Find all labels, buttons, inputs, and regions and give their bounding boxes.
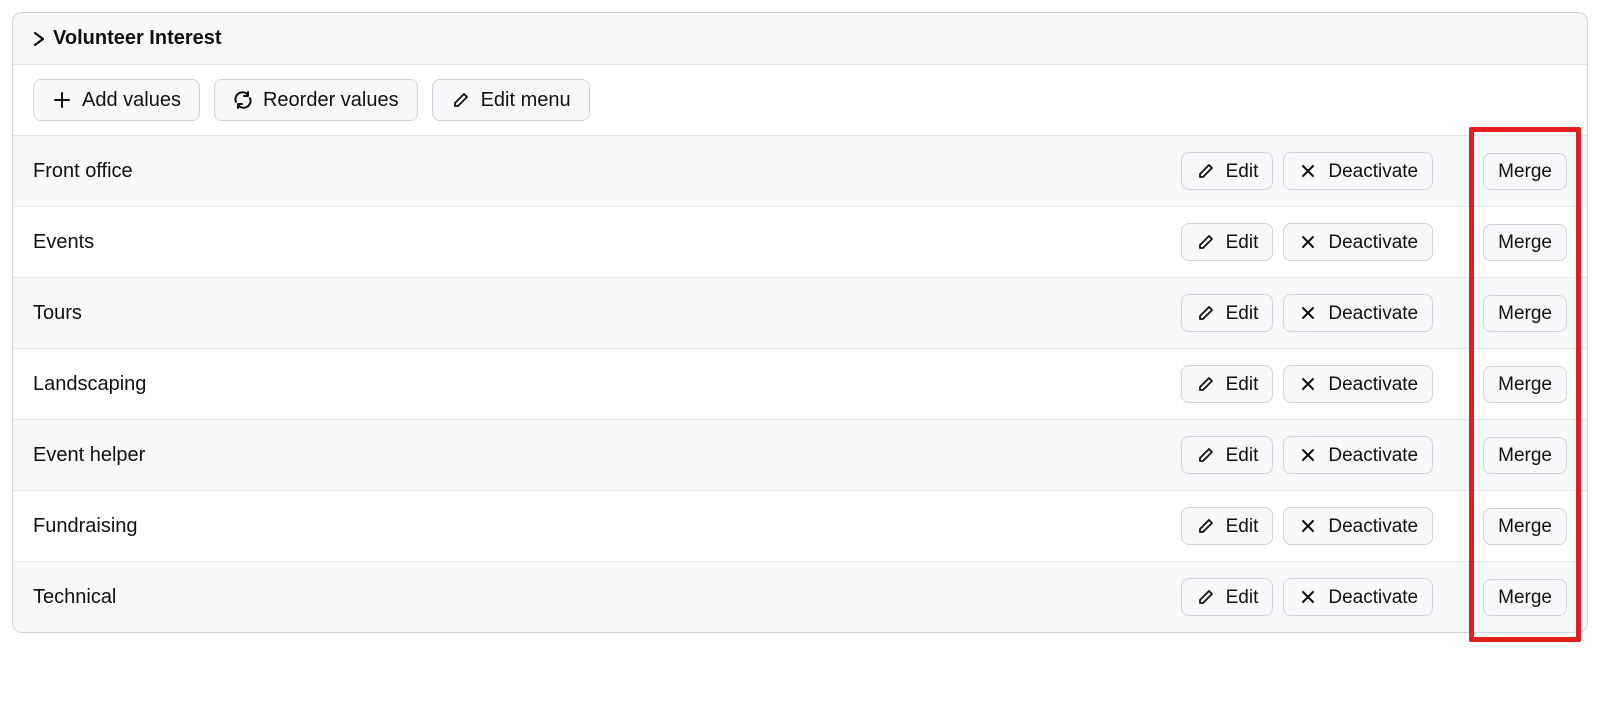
item-label: Technical	[33, 586, 116, 609]
merge-button-label: Merge	[1498, 517, 1552, 536]
values-list: Front office Edit Deactivate Merge Event…	[13, 135, 1587, 632]
edit-button-label: Edit	[1226, 517, 1259, 536]
panel-title: Volunteer Interest	[53, 27, 222, 50]
deactivate-button-label: Deactivate	[1328, 375, 1418, 394]
item-actions: Edit Deactivate Merge	[1181, 294, 1567, 332]
pencil-icon	[1196, 303, 1216, 323]
close-icon	[1298, 303, 1318, 323]
plus-icon	[52, 90, 72, 110]
item-actions: Edit Deactivate Merge	[1181, 436, 1567, 474]
merge-button[interactable]: Merge	[1483, 224, 1567, 261]
item-actions: Edit Deactivate Merge	[1181, 223, 1567, 261]
add-values-label: Add values	[82, 90, 181, 110]
merge-button-label: Merge	[1498, 446, 1552, 465]
item-label: Event helper	[33, 444, 145, 467]
merge-button-label: Merge	[1498, 588, 1552, 607]
item-actions: Edit Deactivate Merge	[1181, 507, 1567, 545]
edit-button-label: Edit	[1226, 588, 1259, 607]
pencil-icon	[1196, 374, 1216, 394]
edit-button[interactable]: Edit	[1181, 507, 1274, 545]
values-panel: Volunteer Interest Add values R	[12, 12, 1588, 633]
deactivate-button-label: Deactivate	[1328, 517, 1418, 536]
reorder-values-label: Reorder values	[263, 90, 399, 110]
edit-button-label: Edit	[1226, 375, 1259, 394]
merge-button[interactable]: Merge	[1483, 579, 1567, 616]
deactivate-button-label: Deactivate	[1328, 588, 1418, 607]
merge-button-label: Merge	[1498, 162, 1552, 181]
close-icon	[1298, 232, 1318, 252]
list-item: Fundraising Edit Deactivate Merge	[13, 490, 1587, 561]
item-label: Events	[33, 231, 94, 254]
pencil-icon	[1196, 587, 1216, 607]
deactivate-button[interactable]: Deactivate	[1283, 223, 1433, 261]
edit-button-label: Edit	[1226, 233, 1259, 252]
item-actions: Edit Deactivate Merge	[1181, 365, 1567, 403]
edit-button[interactable]: Edit	[1181, 294, 1274, 332]
deactivate-button[interactable]: Deactivate	[1283, 152, 1433, 190]
merge-button[interactable]: Merge	[1483, 366, 1567, 403]
add-values-button[interactable]: Add values	[33, 79, 200, 121]
deactivate-button-label: Deactivate	[1328, 233, 1418, 252]
edit-button-label: Edit	[1226, 304, 1259, 323]
pencil-icon	[1196, 232, 1216, 252]
close-icon	[1298, 587, 1318, 607]
deactivate-button[interactable]: Deactivate	[1283, 436, 1433, 474]
edit-button[interactable]: Edit	[1181, 578, 1274, 616]
deactivate-button-label: Deactivate	[1328, 162, 1418, 181]
deactivate-button-label: Deactivate	[1328, 446, 1418, 465]
merge-button[interactable]: Merge	[1483, 437, 1567, 474]
pencil-icon	[1196, 161, 1216, 181]
pencil-icon	[1196, 445, 1216, 465]
edit-button-label: Edit	[1226, 162, 1259, 181]
deactivate-button[interactable]: Deactivate	[1283, 365, 1433, 403]
merge-button-label: Merge	[1498, 304, 1552, 323]
edit-button-label: Edit	[1226, 446, 1259, 465]
merge-button-label: Merge	[1498, 375, 1552, 394]
reorder-values-button[interactable]: Reorder values	[214, 79, 418, 121]
item-label: Tours	[33, 302, 82, 325]
chevron-right-icon	[33, 32, 47, 46]
list-item: Tours Edit Deactivate Merge	[13, 277, 1587, 348]
edit-button[interactable]: Edit	[1181, 152, 1274, 190]
list-item: Landscaping Edit Deactivate Merge	[13, 348, 1587, 419]
close-icon	[1298, 374, 1318, 394]
edit-button[interactable]: Edit	[1181, 436, 1274, 474]
merge-button[interactable]: Merge	[1483, 508, 1567, 545]
edit-button[interactable]: Edit	[1181, 365, 1274, 403]
toolbar: Add values Reorder values Edit menu	[13, 65, 1587, 135]
deactivate-button[interactable]: Deactivate	[1283, 507, 1433, 545]
item-label: Front office	[33, 160, 133, 183]
pencil-icon	[451, 90, 471, 110]
item-label: Landscaping	[33, 373, 146, 396]
item-actions: Edit Deactivate Merge	[1181, 578, 1567, 616]
item-actions: Edit Deactivate Merge	[1181, 152, 1567, 190]
panel-header[interactable]: Volunteer Interest	[13, 13, 1587, 65]
list-item: Event helper Edit Deactivate Merge	[13, 419, 1587, 490]
merge-button[interactable]: Merge	[1483, 153, 1567, 190]
deactivate-button[interactable]: Deactivate	[1283, 578, 1433, 616]
merge-button[interactable]: Merge	[1483, 295, 1567, 332]
edit-menu-button[interactable]: Edit menu	[432, 79, 590, 121]
merge-button-label: Merge	[1498, 233, 1552, 252]
close-icon	[1298, 445, 1318, 465]
list-item: Events Edit Deactivate Merge	[13, 206, 1587, 277]
list-item: Technical Edit Deactivate Merge	[13, 561, 1587, 632]
reorder-icon	[233, 90, 253, 110]
pencil-icon	[1196, 516, 1216, 536]
deactivate-button[interactable]: Deactivate	[1283, 294, 1433, 332]
close-icon	[1298, 161, 1318, 181]
deactivate-button-label: Deactivate	[1328, 304, 1418, 323]
edit-menu-label: Edit menu	[481, 90, 571, 110]
close-icon	[1298, 516, 1318, 536]
item-label: Fundraising	[33, 515, 138, 538]
edit-button[interactable]: Edit	[1181, 223, 1274, 261]
list-item: Front office Edit Deactivate Merge	[13, 135, 1587, 206]
